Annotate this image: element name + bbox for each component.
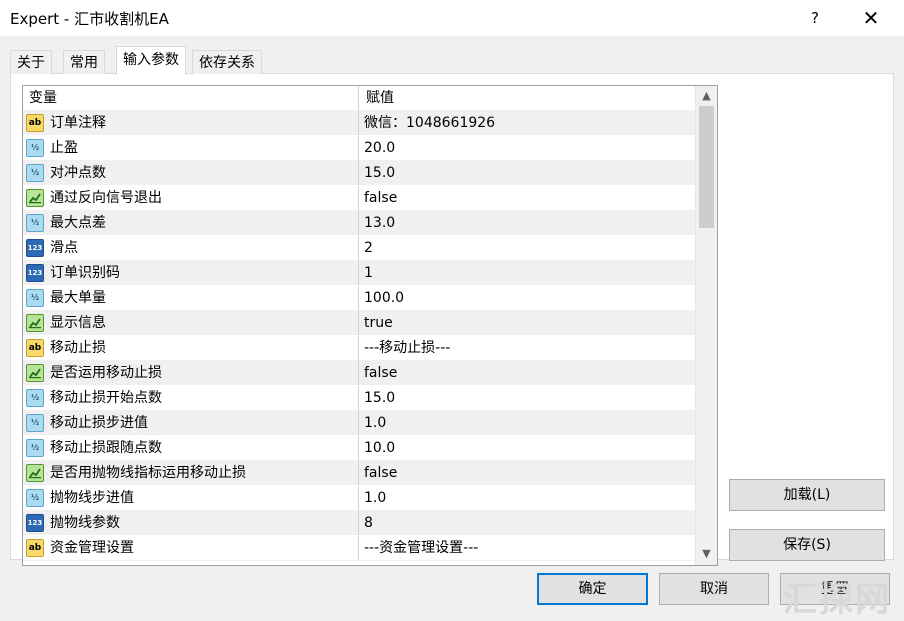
parameter-name: 是否运用移动止损 bbox=[50, 365, 162, 381]
table-row[interactable]: 是否用抛物线指标运用移动止损 false bbox=[23, 461, 695, 486]
parameter-name: 滑点 bbox=[50, 240, 78, 256]
parameter-name: 通过反向信号退出 bbox=[50, 190, 162, 206]
table-row[interactable]: 是否运用移动止损 false bbox=[23, 361, 695, 386]
table-row[interactable]: ab 移动止损 ---移动止损--- bbox=[23, 336, 695, 361]
string-type-icon: ab bbox=[26, 339, 44, 357]
double-type-icon: ½ bbox=[26, 164, 44, 182]
parameter-value[interactable]: 15.0 bbox=[364, 161, 395, 185]
load-button[interactable]: 加载(L) bbox=[729, 479, 885, 511]
double-type-icon: ½ bbox=[26, 289, 44, 307]
double-type-icon: ½ bbox=[26, 214, 44, 232]
table-row[interactable]: ab 资金管理设置 ---资金管理设置--- bbox=[23, 536, 695, 561]
parameter-name: 对冲点数 bbox=[50, 165, 106, 181]
parameter-name: 是否用抛物线指标运用移动止损 bbox=[50, 465, 246, 481]
window-title: Expert - 汇市收割机EA bbox=[10, 10, 169, 28]
table-row[interactable]: ab 订单注释 微信：1048661926 bbox=[23, 111, 695, 136]
bool-type-icon bbox=[26, 189, 44, 207]
column-header-value[interactable]: 赋值 bbox=[366, 86, 394, 110]
parameter-name: 止盈 bbox=[50, 140, 78, 156]
double-type-icon: ½ bbox=[26, 439, 44, 457]
parameter-value[interactable]: false bbox=[364, 361, 397, 385]
parameter-name: 移动止损 bbox=[50, 340, 106, 356]
parameter-value[interactable]: 10.0 bbox=[364, 436, 395, 460]
parameter-value[interactable]: ---移动止损--- bbox=[364, 336, 450, 360]
int-type-icon: 123 bbox=[26, 264, 44, 282]
double-type-icon: ½ bbox=[26, 389, 44, 407]
parameter-value[interactable]: 20.0 bbox=[364, 136, 395, 160]
reset-button[interactable]: 重置 bbox=[780, 573, 890, 605]
parameter-value[interactable]: 100.0 bbox=[364, 286, 404, 310]
column-header-variable[interactable]: 变量 bbox=[29, 86, 57, 110]
tab-inputs[interactable]: 输入参数 bbox=[116, 46, 186, 75]
parameter-value[interactable]: 8 bbox=[364, 511, 373, 535]
scroll-thumb[interactable] bbox=[699, 106, 714, 228]
tab-about[interactable]: 关于 bbox=[10, 50, 52, 74]
parameter-value[interactable]: 1 bbox=[364, 261, 373, 285]
parameter-value[interactable]: 1.0 bbox=[364, 486, 386, 510]
table-row[interactable]: 123 抛物线参数 8 bbox=[23, 511, 695, 536]
double-type-icon: ½ bbox=[26, 489, 44, 507]
bool-type-icon bbox=[26, 364, 44, 382]
parameter-value[interactable]: false bbox=[364, 186, 397, 210]
parameter-value[interactable]: 2 bbox=[364, 236, 373, 260]
help-button[interactable]: ? bbox=[800, 4, 830, 32]
parameters-grid: 变量 赋值 ab 订单注释 微信：1048661926 ½ 止盈 20.0 ½ 对冲点数 15.… bbox=[22, 85, 718, 566]
string-type-icon: ab bbox=[26, 114, 44, 132]
table-row[interactable]: 通过反向信号退出 false bbox=[23, 186, 695, 211]
parameter-value[interactable]: true bbox=[364, 311, 393, 335]
bool-type-icon bbox=[26, 314, 44, 332]
parameter-name: 最大点差 bbox=[50, 215, 106, 231]
table-row[interactable]: ½ 移动止损跟随点数 10.0 bbox=[23, 436, 695, 461]
parameter-name: 显示信息 bbox=[50, 315, 106, 331]
vertical-scrollbar[interactable]: ▲ ▼ bbox=[695, 86, 717, 565]
parameter-value[interactable]: 13.0 bbox=[364, 211, 395, 235]
double-type-icon: ½ bbox=[26, 414, 44, 432]
string-type-icon: ab bbox=[26, 539, 44, 557]
table-row[interactable]: ½ 最大单量 100.0 bbox=[23, 286, 695, 311]
parameter-value[interactable]: 微信：1048661926 bbox=[364, 111, 495, 135]
table-row[interactable]: 123 订单识别码 1 bbox=[23, 261, 695, 286]
bool-type-icon bbox=[26, 464, 44, 482]
cancel-button[interactable]: 取消 bbox=[659, 573, 769, 605]
parameter-value[interactable]: 1.0 bbox=[364, 411, 386, 435]
parameter-name: 抛物线参数 bbox=[50, 515, 120, 531]
tab-common[interactable]: 常用 bbox=[63, 50, 105, 74]
int-type-icon: 123 bbox=[26, 514, 44, 532]
parameter-name: 资金管理设置 bbox=[50, 540, 134, 556]
double-type-icon: ½ bbox=[26, 139, 44, 157]
parameter-value[interactable]: 15.0 bbox=[364, 386, 395, 410]
scroll-down-icon[interactable]: ▼ bbox=[696, 544, 717, 564]
table-row[interactable]: ½ 移动止损开始点数 15.0 bbox=[23, 386, 695, 411]
table-row[interactable]: ½ 移动止损步进值 1.0 bbox=[23, 411, 695, 436]
table-row[interactable]: 123 滑点 2 bbox=[23, 236, 695, 261]
table-row[interactable]: 显示信息 true bbox=[23, 311, 695, 336]
ok-button[interactable]: 确定 bbox=[537, 573, 648, 605]
table-row[interactable]: ½ 抛物线步进值 1.0 bbox=[23, 486, 695, 511]
parameter-value[interactable]: false bbox=[364, 461, 397, 485]
table-row[interactable]: ½ 止盈 20.0 bbox=[23, 136, 695, 161]
parameter-name: 订单注释 bbox=[50, 115, 106, 131]
parameter-name: 订单识别码 bbox=[50, 265, 120, 281]
parameter-name: 移动止损跟随点数 bbox=[50, 440, 162, 456]
close-button[interactable]: ✕ bbox=[848, 4, 894, 32]
parameter-value[interactable]: ---资金管理设置--- bbox=[364, 536, 478, 560]
parameter-name: 抛物线步进值 bbox=[50, 490, 134, 506]
parameter-name: 移动止损步进值 bbox=[50, 415, 148, 431]
save-button[interactable]: 保存(S) bbox=[729, 529, 885, 561]
parameter-name: 最大单量 bbox=[50, 290, 106, 306]
parameter-name: 移动止损开始点数 bbox=[50, 390, 162, 406]
title-bar: Expert - 汇市收割机EA ? ✕ bbox=[0, 0, 904, 36]
table-row[interactable]: ½ 最大点差 13.0 bbox=[23, 211, 695, 236]
int-type-icon: 123 bbox=[26, 239, 44, 257]
grid-header: 变量 赋值 bbox=[23, 86, 695, 111]
tab-dependencies[interactable]: 依存关系 bbox=[192, 50, 262, 74]
scroll-up-icon[interactable]: ▲ bbox=[696, 86, 717, 106]
table-row[interactable]: ½ 对冲点数 15.0 bbox=[23, 161, 695, 186]
